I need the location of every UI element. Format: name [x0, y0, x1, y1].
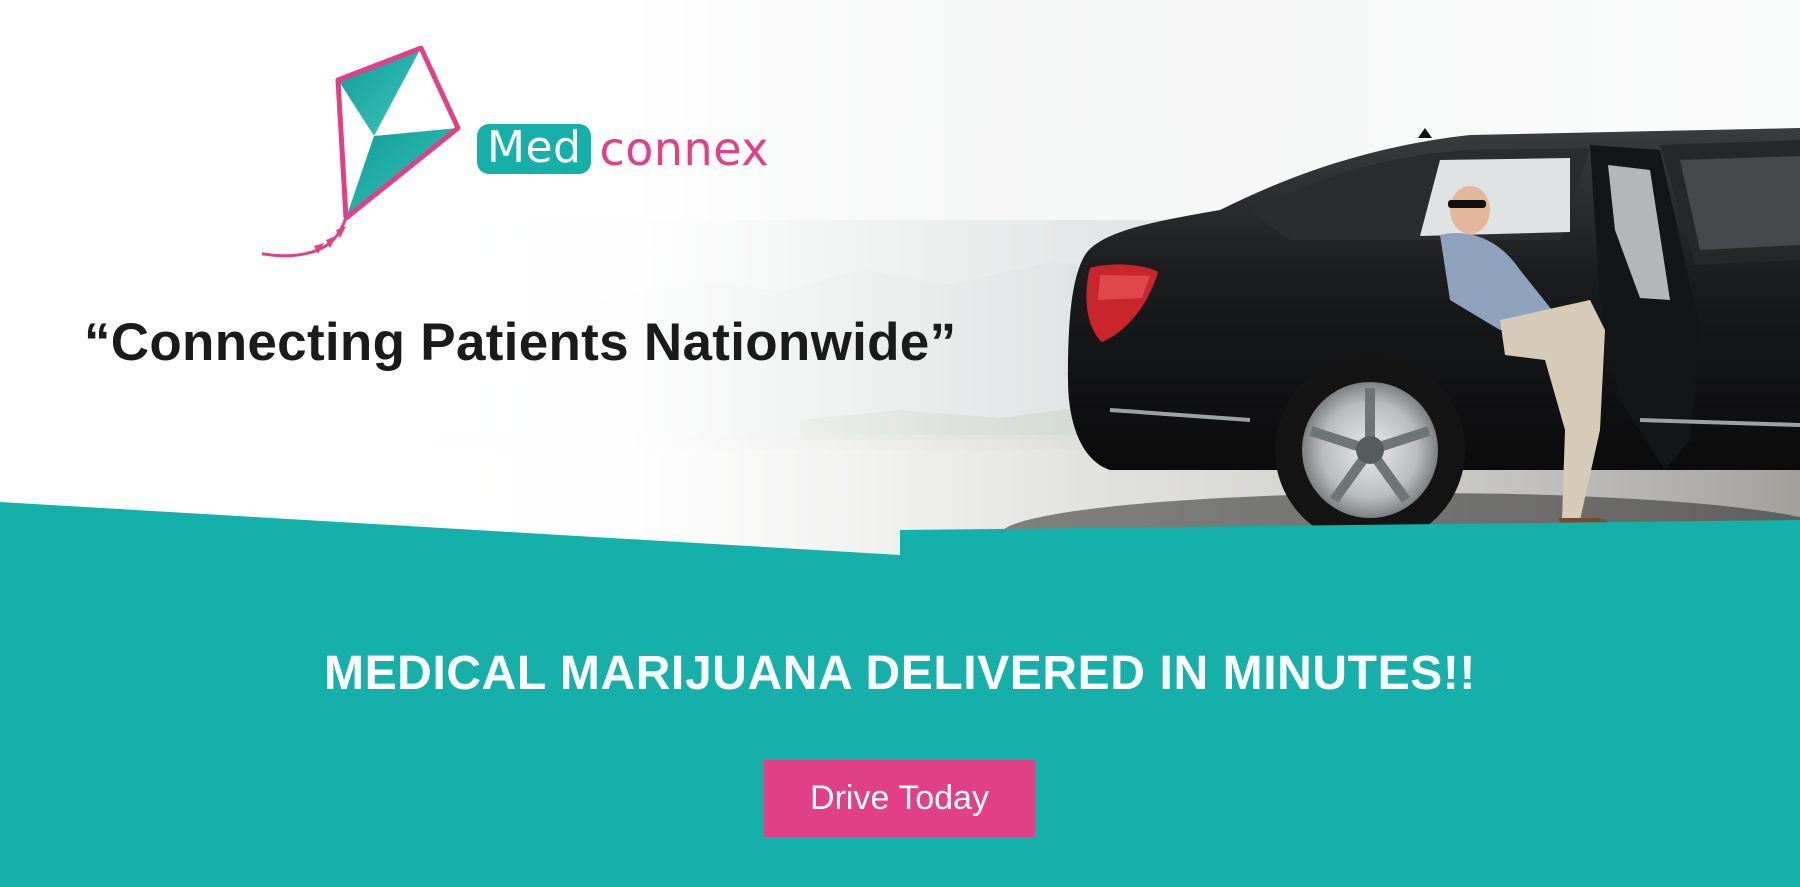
hero-banner: Med connex “Connecting Patients Nationwi…	[0, 0, 1800, 887]
brand-name-med: Med	[477, 124, 592, 174]
drive-today-button[interactable]: Drive Today	[764, 760, 1035, 837]
hero-tagline: “Connecting Patients Nationwide”	[84, 313, 957, 372]
brand-logo[interactable]: Med connex	[477, 124, 769, 174]
brand-name-connex: connex	[599, 122, 769, 176]
band-headline: MEDICAL MARIJUANA DELIVERED IN MINUTES!!	[323, 647, 1477, 700]
